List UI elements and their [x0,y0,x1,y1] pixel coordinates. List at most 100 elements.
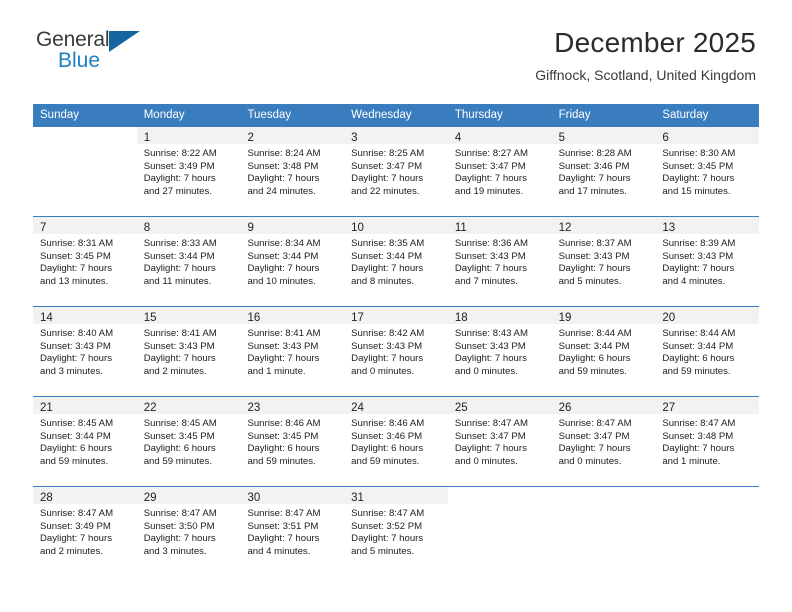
daylight-text-line1: Daylight: 7 hours [247,353,320,365]
page-title: December 2025 [554,27,756,58]
day-cell[interactable]: 4 Sunrise: 8:27 AM Sunset: 3:47 PM Daylight… [447,127,552,216]
calendar-grid: Sunday Monday Tuesday Wednesday Thursday… [33,104,760,576]
sunset-text: Sunset: 3:48 PM [247,160,319,172]
daylight-text-line2: and 1 minute. [247,365,306,377]
sunset-text: Sunset: 3:50 PM [143,520,215,532]
daylight-text-line1: Daylight: 6 hours [247,443,320,455]
logo-text-blue: Blue [58,49,101,72]
day-cell[interactable]: 5 Sunrise: 8:28 AM Sunset: 3:46 PM Daylight… [551,127,656,216]
sunset-text: Sunset: 3:44 PM [40,430,111,442]
day-number: 4 [454,132,462,144]
day-number: 21 [40,402,53,414]
day-number-band: 5 [551,127,656,144]
day-number: 6 [662,132,669,144]
day-number-band [33,127,137,144]
day-cell[interactable]: 19 Sunrise: 8:44 AM Sunset: 3:44 PM Dayligh… [551,307,656,396]
sunrise-text: Sunrise: 8:46 AM [351,418,425,429]
weekday-header-wednesday: Wednesday [351,109,412,121]
day-number: 24 [351,402,364,414]
day-number-band: 1 [136,127,241,144]
day-cell[interactable]: 14 Sunrise: 8:40 AM Sunset: 3:43 PM Dayligh… [33,307,137,396]
sunrise-text: Sunrise: 8:44 AM [662,328,736,339]
day-cell[interactable]: 7 Sunrise: 8:31 AM Sunset: 3:45 PM Daylight… [33,217,137,306]
sunset-text: Sunset: 3:44 PM [247,250,319,262]
sunset-text: Sunset: 3:43 PM [558,250,630,262]
day-info: Sunrise: 8:47 AM Sunset: 3:51 PM Daylight:… [240,504,344,558]
day-number: 8 [143,222,151,234]
day-cell[interactable]: 25 Sunrise: 8:47 AM Sunset: 3:47 PM Dayligh… [447,397,552,486]
day-cell[interactable]: 2 Sunrise: 8:24 AM Sunset: 3:48 PM Daylight… [240,127,345,216]
day-cell[interactable]: 27 Sunrise: 8:47 AM Sunset: 3:48 PM Dayligh… [655,397,760,486]
title-block: December 2025 Giffnock, Scotland, United… [535,26,756,85]
sunrise-text: Sunrise: 8:47 AM [143,508,217,519]
day-cell[interactable]: 3 Sunrise: 8:25 AM Sunset: 3:47 PM Daylight… [344,127,448,216]
day-number-band: 13 [655,217,760,234]
day-cell[interactable]: 23 Sunrise: 8:46 AM Sunset: 3:45 PM Dayligh… [240,397,345,486]
day-cell[interactable]: 26 Sunrise: 8:47 AM Sunset: 3:47 PM Dayligh… [551,397,656,486]
day-number: 19 [558,312,572,324]
day-number: 3 [351,132,358,144]
sunrise-text: Sunrise: 8:35 AM [351,238,425,249]
day-info: Sunrise: 8:44 AM Sunset: 3:44 PM Daylight:… [552,324,656,378]
day-info: Sunrise: 8:47 AM Sunset: 3:47 PM Daylight:… [552,414,656,468]
general-blue-logo[interactable]: General Blue [36,26,156,84]
day-cell[interactable]: 1 Sunrise: 8:22 AM Sunset: 3:49 PM Daylight… [136,127,241,216]
day-cell[interactable]: 15 Sunrise: 8:41 AM Sunset: 3:43 PM Dayligh… [136,307,241,396]
daylight-text-line2: and 5 minutes. [351,545,415,557]
day-number: 22 [143,402,157,414]
daylight-text-line2: and 2 minutes. [143,365,207,377]
day-cell[interactable]: 10 Sunrise: 8:35 AM Sunset: 3:44 PM Dayligh… [344,217,448,306]
day-info: Sunrise: 8:45 AM Sunset: 3:45 PM Daylight:… [137,414,241,468]
sunset-text: Sunset: 3:43 PM [40,340,111,352]
day-cell[interactable]: 13 Sunrise: 8:39 AM Sunset: 3:43 PM Dayligh… [655,217,760,306]
day-info: Sunrise: 8:28 AM Sunset: 3:46 PM Daylight:… [552,144,656,198]
day-cell[interactable]: 11 Sunrise: 8:36 AM Sunset: 3:43 PM Dayligh… [447,217,552,306]
sunrise-text: Sunrise: 8:47 AM [247,508,321,519]
sunset-text: Sunset: 3:43 PM [143,340,215,352]
day-cell[interactable]: 12 Sunrise: 8:37 AM Sunset: 3:43 PM Dayligh… [551,217,656,306]
day-number-band: 30 [240,487,345,504]
sunrise-text: Sunrise: 8:47 AM [454,418,528,429]
day-cell[interactable]: 17 Sunrise: 8:42 AM Sunset: 3:43 PM Dayligh… [344,307,448,396]
daylight-text-line2: and 3 minutes. [143,545,207,557]
daylight-text-line2: and 5 minutes. [558,275,622,287]
day-cell[interactable]: 8 Sunrise: 8:33 AM Sunset: 3:44 PM Daylight… [136,217,241,306]
daylight-text-line1: Daylight: 7 hours [662,173,735,185]
daylight-text-line2: and 0 minutes. [454,365,518,377]
day-cell[interactable]: 16 Sunrise: 8:41 AM Sunset: 3:43 PM Dayligh… [240,307,345,396]
daylight-text-line1: Daylight: 7 hours [351,353,424,365]
sunrise-text: Sunrise: 8:34 AM [247,238,321,249]
day-number: 18 [454,312,468,324]
sunset-text: Sunset: 3:46 PM [558,160,630,172]
day-info: Sunrise: 8:47 AM Sunset: 3:52 PM Daylight:… [344,504,448,558]
daylight-text-line2: and 0 minutes. [558,455,622,467]
day-cell[interactable]: 29 Sunrise: 8:47 AM Sunset: 3:50 PM Dayligh… [136,487,241,576]
day-cell[interactable]: 31 Sunrise: 8:47 AM Sunset: 3:52 PM Dayligh… [344,487,448,576]
day-cell[interactable]: 9 Sunrise: 8:34 AM Sunset: 3:44 PM Daylight… [240,217,345,306]
day-info: Sunrise: 8:24 AM Sunset: 3:48 PM Daylight:… [240,144,344,198]
day-number-band: 2 [240,127,345,144]
day-number: 7 [40,222,47,234]
sunrise-text: Sunrise: 8:28 AM [558,148,632,159]
day-number-band: 7 [33,217,137,234]
day-info: Sunrise: 8:31 AM Sunset: 3:45 PM Daylight:… [33,234,137,288]
sunrise-text: Sunrise: 8:43 AM [454,328,528,339]
day-info: Sunrise: 8:45 AM Sunset: 3:44 PM Daylight:… [33,414,137,468]
daylight-text-line1: Daylight: 7 hours [662,443,735,455]
day-cell[interactable]: 24 Sunrise: 8:46 AM Sunset: 3:46 PM Dayligh… [344,397,448,486]
sunset-text: Sunset: 3:45 PM [662,160,734,172]
day-cell[interactable]: 18 Sunrise: 8:43 AM Sunset: 3:43 PM Dayligh… [447,307,552,396]
day-cell[interactable]: 6 Sunrise: 8:30 AM Sunset: 3:45 PM Daylight… [655,127,760,216]
day-cell[interactable]: 21 Sunrise: 8:45 AM Sunset: 3:44 PM Dayligh… [33,397,137,486]
daylight-text-line2: and 10 minutes. [247,275,316,287]
day-number-band: 21 [33,397,137,414]
day-info: Sunrise: 8:39 AM Sunset: 3:43 PM Daylight:… [655,234,759,288]
daylight-text-line1: Daylight: 7 hours [40,533,112,545]
day-cell[interactable]: 22 Sunrise: 8:45 AM Sunset: 3:45 PM Dayligh… [136,397,241,486]
day-cell[interactable]: 20 Sunrise: 8:44 AM Sunset: 3:44 PM Dayligh… [655,307,760,396]
day-cell[interactable]: 30 Sunrise: 8:47 AM Sunset: 3:51 PM Dayligh… [240,487,345,576]
daylight-text-line1: Daylight: 7 hours [143,533,216,545]
day-cell[interactable]: 28 Sunrise: 8:47 AM Sunset: 3:49 PM Dayligh… [33,487,137,576]
day-number-band: 18 [447,307,552,324]
sunrise-text: Sunrise: 8:33 AM [143,238,217,249]
